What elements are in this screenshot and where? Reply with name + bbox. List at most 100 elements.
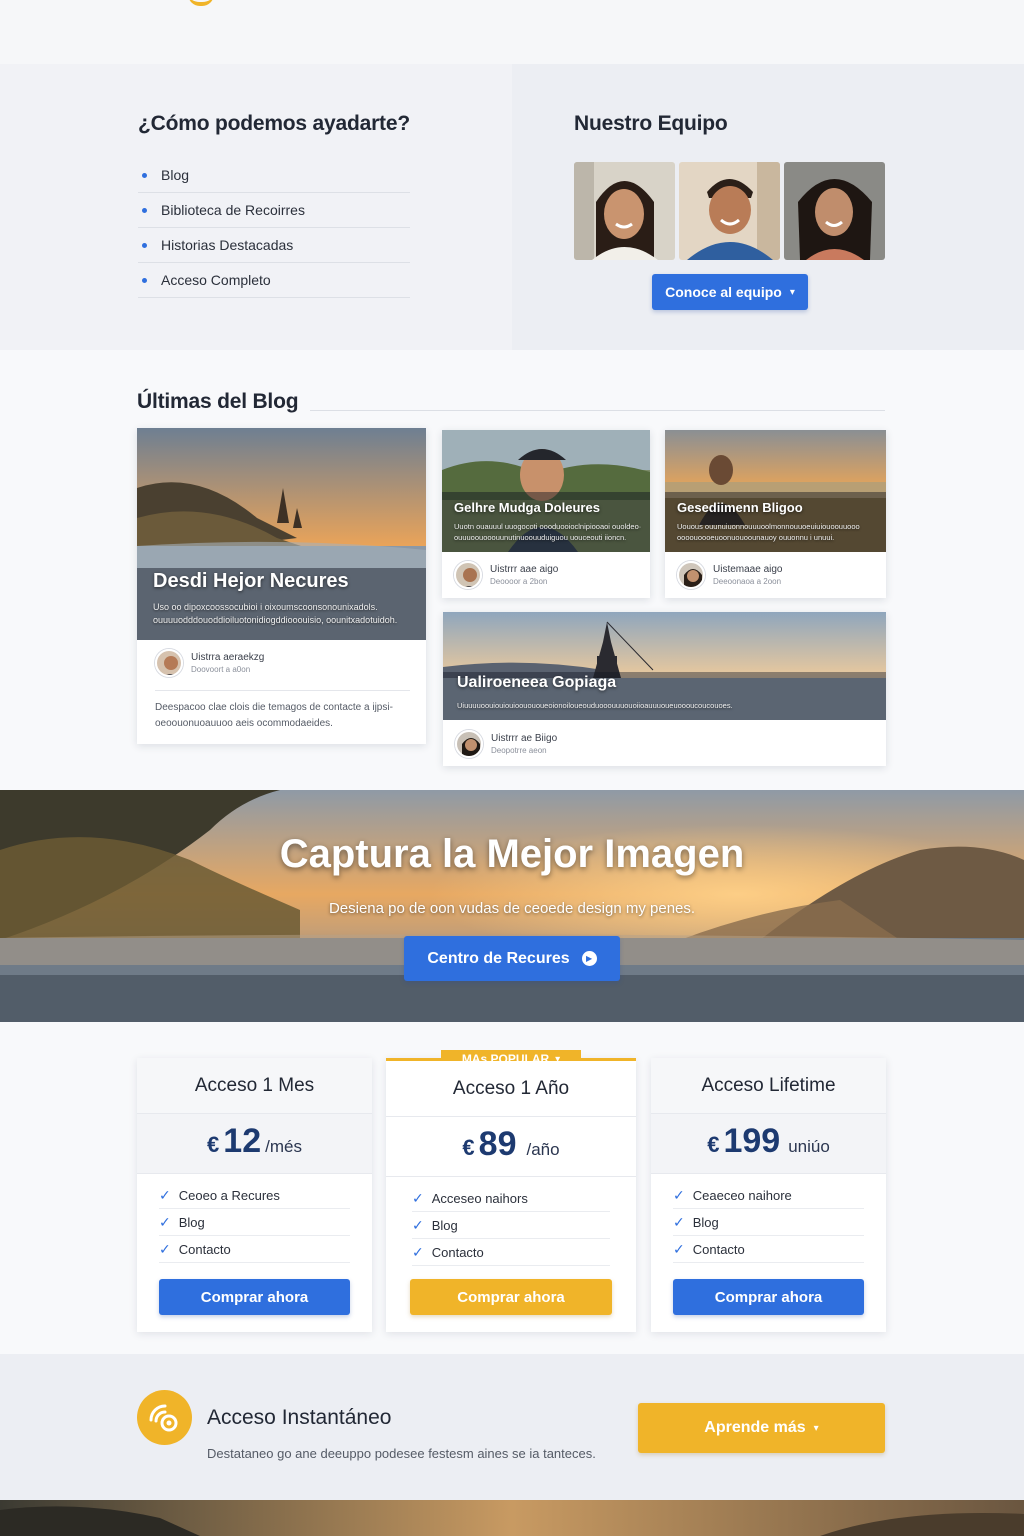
blog-card[interactable]: Gelhre Mudga Doleures Uuotn ouauuul uuog…: [442, 430, 650, 598]
feature-label: Contacto: [178, 1241, 231, 1257]
author: Uistrrr aae aigo Deoooor a 2bon: [454, 561, 558, 589]
check-icon: ✓: [673, 1240, 685, 1257]
play-circle-icon: ▶: [581, 951, 597, 966]
author: Uistrra aeraekzg Doovoort a a0on: [155, 649, 264, 677]
post-date: Doovoort a a0on: [191, 665, 251, 674]
pricing-plan-monthly: Acceso 1 Mes € 12 /més ✓ Ceoeo a Recures …: [137, 1058, 372, 1332]
feature-item: ✓ Ceaeceo naihore: [673, 1182, 864, 1209]
hero-banner: Captura la Mejor Imagen Desiena po de oo…: [0, 790, 1024, 1022]
feature-item: ✓ Ceoeo a Recures: [159, 1182, 350, 1209]
price-amount: 199: [723, 1122, 781, 1160]
dot-icon: [142, 207, 147, 213]
excerpt-line: ouuuuodddouoddioiluotonidiogddiooouisio,…: [153, 615, 398, 625]
excerpt-line: Uso oo dipoxcoossocubioi i oixoumscoonso…: [153, 602, 378, 612]
logo-fragment: [188, 0, 214, 6]
feature-label: Blog: [431, 1217, 458, 1233]
help-link[interactable]: Biblioteca de Recoirres: [138, 193, 410, 228]
post-date: Deopotrre aeon: [491, 746, 547, 755]
currency: €: [707, 1132, 720, 1157]
help-link-label: Blog: [161, 167, 190, 183]
help-link[interactable]: Blog: [138, 158, 410, 193]
team-member-photo: [784, 162, 885, 260]
plan-name: Acceso 1 Mes: [137, 1058, 372, 1114]
blog-card[interactable]: Gesediimenn Bligoo Uouous ouunuiuonnouuu…: [665, 430, 886, 598]
instant-access-title: Acceso Instantáneo: [207, 1406, 392, 1429]
author: Uistemaae aigo Deeoonaoa a 2oon: [677, 561, 782, 589]
feature-label: Acceseo naihors: [431, 1190, 528, 1206]
buy-lifetime-button[interactable]: Comprar ahora: [673, 1279, 864, 1315]
plan-price: € 89 /año: [386, 1117, 636, 1177]
card-excerpt: Uso oo dipoxcoossocubioi i oixoumscoonso…: [153, 601, 413, 627]
learn-more-button[interactable]: Aprende más ▾: [638, 1403, 885, 1453]
blog-card[interactable]: Ualiroeneea Gopiaga Uiuuuuoouiouiouioouo…: [443, 612, 886, 766]
instant-access-icon: [137, 1390, 192, 1445]
feature-item: ✓ Blog: [159, 1209, 350, 1236]
author-name: Uistrrr aae aigo: [490, 564, 559, 575]
check-icon: ✓: [673, 1213, 685, 1230]
buy-yearly-button[interactable]: Comprar ahora: [410, 1279, 612, 1315]
avatar: [677, 561, 705, 589]
check-icon: ✓: [159, 1186, 171, 1203]
feature-item: ✓ Acceseo naihors: [412, 1185, 610, 1212]
excerpt-line: oooouoooeuoonuouoounauoy ouuonnu i unuui…: [677, 533, 835, 542]
plan-name: Acceso Lifetime: [651, 1058, 886, 1114]
help-link-label: Biblioteca de Recoirres: [161, 202, 305, 218]
author-info: Uistemaae aigo Deeoonaoa a 2oon: [713, 564, 782, 586]
help-title: ¿Cómo podemos ayadarte?: [138, 112, 410, 135]
excerpt-line: Uouous ouunuiuonnouuuoolmonnouuoeuiuiouo…: [677, 522, 860, 531]
post-date: Deoooor a 2bon: [490, 577, 548, 586]
help-link[interactable]: Acceso Completo: [138, 263, 410, 298]
price-amount: 89: [478, 1125, 517, 1163]
excerpt-line: ouuuoouooouunutinuoouuduiguou uouceouti …: [454, 533, 627, 542]
author: Uistrrr ae Biigo Deopotrre aeon: [455, 730, 557, 758]
feature-item: ✓ Blog: [673, 1209, 864, 1236]
plan-price: € 199 uniúo: [651, 1114, 886, 1174]
team-member-photo: [574, 162, 675, 260]
plan-features: ✓ Ceaeceo naihore ✓ Blog ✓ Contacto: [673, 1182, 864, 1263]
price-amount: 12: [223, 1122, 262, 1160]
check-icon: ✓: [412, 1189, 424, 1206]
resource-center-button[interactable]: Centro de Recures ▶: [404, 936, 620, 981]
hero-title: Captura la Mejor Imagen: [279, 832, 745, 876]
buy-monthly-button[interactable]: Comprar ahora: [159, 1279, 350, 1315]
meet-team-button[interactable]: Conoce al equipo ▾: [652, 274, 808, 310]
excerpt-line: Uuotn ouauuul uuogocoti oooduooioclnipio…: [454, 522, 642, 531]
chevron-down-icon: ▾: [813, 1422, 819, 1434]
instant-access-description: Destataneo go ane deeuppo podesee festes…: [207, 1446, 596, 1461]
featured-blog-card[interactable]: Desdi Hejor Necures Uso oo dipoxcoossocu…: [137, 428, 426, 744]
learn-more-label: Aprende más: [704, 1419, 806, 1436]
check-icon: ✓: [159, 1213, 171, 1230]
card-heading: Gesediimenn Bligoo: [677, 500, 803, 515]
dot-icon: [142, 172, 147, 178]
help-link-label: Acceso Completo: [161, 272, 271, 288]
help-link[interactable]: Historias Destacadas: [138, 228, 410, 263]
instant-access-section: Acceso Instantáneo Destataneo go ane dee…: [0, 1354, 1024, 1500]
pricing-section: Acceso 1 Mes € 12 /més ✓ Ceoeo a Recures …: [0, 1022, 1024, 1354]
post-date: Deeoonaoa a 2oon: [713, 577, 782, 586]
feature-label: Blog: [692, 1214, 719, 1230]
help-team-section: ¿Cómo podemos ayadarte? Blog Biblioteca …: [0, 64, 1024, 350]
feature-item: ✓ Contacto: [412, 1239, 610, 1266]
team-column: Nuestro Equipo Conoce al equipo ▾: [512, 64, 1024, 350]
feature-label: Ceaeceo naihore: [692, 1187, 792, 1203]
summary-line: oeoouonuoauuoo aeis ocommodaeides.: [155, 718, 333, 729]
feature-label: Contacto: [692, 1241, 745, 1257]
title-divider: [310, 410, 885, 411]
card-heading: Desdi Hejor Necures: [153, 570, 349, 592]
card-heading: Ualiroeneea Gopiaga: [457, 674, 617, 691]
hero-subtitle: Desiena po de oon vudas de ceoede design…: [328, 900, 696, 917]
blog-title: Últimas del Blog: [137, 390, 299, 413]
card-heading: Gelhre Mudga Doleures: [454, 500, 600, 515]
pricing-plan-lifetime: Acceso Lifetime € 199 uniúo ✓ Ceaeceo nai…: [651, 1058, 886, 1332]
check-icon: ✓: [673, 1186, 685, 1203]
author-name: Uistemaae aigo: [713, 564, 783, 575]
feature-item: ✓ Blog: [412, 1212, 610, 1239]
plan-features: ✓ Acceseo naihors ✓ Blog ✓ Contacto: [412, 1185, 610, 1266]
dot-icon: [142, 277, 147, 283]
help-links: Blog Biblioteca de Recoirres Historias D…: [138, 158, 410, 298]
feature-label: Contacto: [431, 1244, 484, 1260]
help-link-label: Historias Destacadas: [161, 237, 294, 253]
summary-line: Deespacoo clae clois die temagos de cont…: [155, 702, 393, 713]
currency: €: [207, 1132, 220, 1157]
plan-features: ✓ Ceoeo a Recures ✓ Blog ✓ Contacto: [159, 1182, 350, 1263]
